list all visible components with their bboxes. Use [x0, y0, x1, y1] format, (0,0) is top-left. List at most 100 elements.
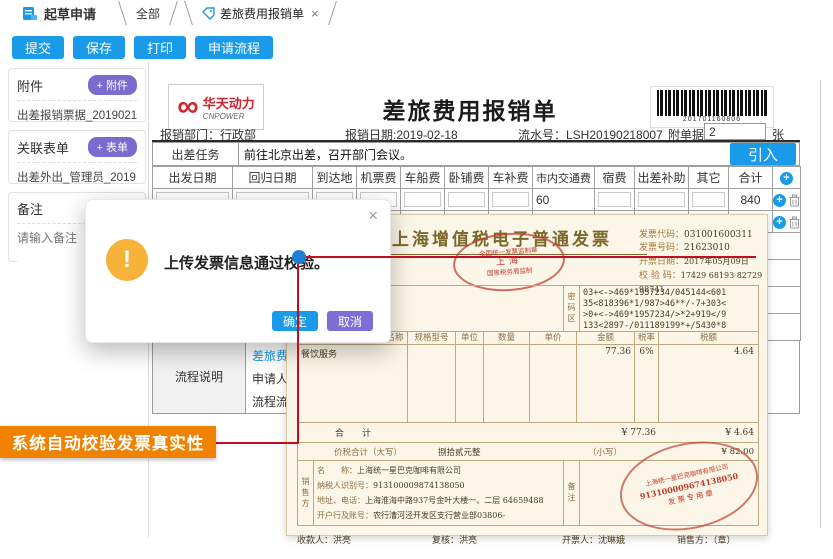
item-col-header: 单位: [456, 332, 484, 344]
add-row-icon[interactable]: +: [773, 216, 786, 229]
brand-subtitle: CNPOWER: [203, 112, 255, 121]
related-forms-title: 关联表单: [17, 138, 69, 157]
app-title-label: 起草申请: [44, 4, 96, 23]
cell-input[interactable]: [598, 192, 631, 207]
modal-close-icon[interactable]: ×: [368, 206, 378, 226]
tab-edge: [169, 1, 178, 25]
item-col-header: 税额: [659, 332, 758, 344]
stamp-line: 国家税务局监制: [487, 265, 533, 278]
col-header: 车船费: [401, 167, 445, 189]
item-tax-rate: 6%: [635, 345, 659, 422]
delete-row-icon[interactable]: [789, 216, 800, 229]
submit-button[interactable]: 提交: [12, 36, 64, 59]
task-label: 出差任务: [153, 143, 239, 165]
item-amount: 77.36: [577, 345, 635, 422]
payee: 收款人：洪亮: [297, 533, 432, 546]
flow-label: 流程说明: [153, 340, 246, 413]
drawer: 开票人：沈琳娥: [562, 533, 677, 546]
item-name: 餐饮服务: [298, 345, 408, 422]
cancel-button[interactable]: 取消: [327, 311, 373, 331]
import-button[interactable]: 引入: [730, 143, 796, 165]
col-header: 合计: [729, 167, 773, 189]
seller-field-label: 开户行及账号：: [317, 511, 373, 520]
col-header: 卧铺费: [445, 167, 489, 189]
verification-modal: × ! 上传发票信息通过校验。 确定 取消: [85, 199, 391, 343]
cell-input[interactable]: [638, 192, 685, 207]
company-logo: ∞ 华天动力 CNPOWER: [168, 84, 264, 130]
apply-flow-button[interactable]: 申请流程: [195, 36, 273, 59]
task-value: 前往北京出差，召开部门会议。: [239, 143, 799, 165]
col-header: 机票费: [357, 167, 401, 189]
item-col-header: 金额: [577, 332, 635, 344]
seller-label: 销售方: [298, 461, 314, 525]
col-header: 车补费: [489, 167, 533, 189]
tab-bar: 起草申请 全部 差旅费用报销单 ×: [0, 0, 833, 26]
remarks-title: 备注: [17, 199, 43, 218]
seller-field-label: 名 称：: [317, 466, 357, 475]
delete-row-icon[interactable]: [789, 194, 800, 207]
seller-name: 上海统一星巴克咖啡有限公司: [357, 466, 461, 475]
annotation-dot: [292, 250, 306, 264]
meta-label: 开票日期：: [639, 257, 684, 267]
expense-header-row: 出发日期 回归日期 到达地 机票费 车船费 卧铺费 车补费 市内交通费 宿费 出…: [153, 167, 801, 189]
seller-field-label: 地址、电话：: [317, 496, 365, 505]
cell-input[interactable]: [492, 192, 529, 207]
invoice-footer: 收款人：洪亮 复核：洪亮 开票人：沈琳娥 销售方：（章）: [297, 533, 759, 546]
tab-edge: [184, 1, 193, 25]
cell-input[interactable]: [448, 192, 485, 207]
col-header: 回归日期: [233, 167, 313, 189]
item-tax: 4.64: [659, 345, 758, 422]
attachments-title: 附件: [17, 76, 43, 95]
cell-input[interactable]: [404, 192, 441, 207]
col-header: 宿费: [595, 167, 635, 189]
save-button[interactable]: 保存: [73, 36, 125, 59]
warning-icon: !: [106, 239, 148, 281]
seller-tax-id: 913100009874138050: [373, 481, 465, 490]
subtotal-tax: ¥ 4.64: [659, 428, 758, 438]
annotation-line-to-label: [216, 442, 299, 444]
seller-address: 上海淮海中路937号金叶大楼一、二层 64659488: [365, 496, 544, 505]
brand-name: 华天动力: [203, 93, 255, 112]
subtotal-label: 合 计: [298, 426, 408, 439]
pwd-line: 133<2897-/011189199*+/5430*8: [583, 321, 755, 331]
invoice-date: 2017年05月09日: [684, 257, 749, 266]
print-button[interactable]: 打印: [134, 36, 186, 59]
password-area-label: 密码区: [564, 286, 580, 331]
infinity-logo-icon: ∞: [177, 94, 198, 120]
tab-edge: [118, 1, 127, 25]
pwd-line: 35<818396*1/987>46**/-7+303<: [583, 299, 755, 310]
pwd-line: >0+<->469*1957234/>*2+919</9: [583, 310, 755, 321]
transport-fee-cell[interactable]: 60: [533, 189, 595, 211]
col-header: 出差补助: [635, 167, 689, 189]
attachment-item[interactable]: 出差报销票据_20190219.j...: [17, 101, 137, 123]
note-label: 备注: [564, 461, 580, 525]
add-row-icon[interactable]: +: [780, 172, 793, 185]
col-header: 出发日期: [153, 167, 233, 189]
annotation-line-vertical: [297, 256, 299, 443]
row-total-cell: 840: [729, 189, 773, 211]
tab-close-icon[interactable]: ×: [311, 6, 319, 21]
col-header: 到达地: [313, 167, 357, 189]
invoice-number: 21623010: [684, 243, 730, 253]
meta-label: 发票号码：: [639, 243, 684, 253]
attach-count-input[interactable]: [704, 123, 766, 140]
toolbar: 提交 保存 打印 申请流程: [12, 36, 273, 59]
add-attachment-button[interactable]: + 附件: [88, 75, 137, 95]
related-form-item[interactable]: 出差外出_管理员_2019...: [17, 163, 137, 185]
tab-expense-form[interactable]: 差旅费用报销单 ×: [188, 1, 333, 25]
item-col-header: 数量: [484, 332, 530, 344]
task-row: 出差任务 前往北京出差，召开部门会议。: [152, 142, 800, 166]
item-col-header: 单价: [530, 332, 577, 344]
pwd-line: 03+<->469*1957234/045144<601: [583, 288, 755, 299]
password-area: 03+<->469*1957234/045144<601 35<818396*1…: [580, 286, 758, 331]
confirm-button[interactable]: 确定: [272, 311, 318, 331]
tab-all[interactable]: 全部: [122, 1, 174, 25]
cell-input[interactable]: [692, 192, 725, 207]
seller-seal-label: 销售方：（章）: [677, 533, 736, 546]
barcode: 201701160806: [650, 86, 774, 128]
col-header: 其它: [689, 167, 729, 189]
grand-total-label: 价税合计（大写）: [298, 446, 438, 458]
add-form-button[interactable]: + 表单: [88, 137, 137, 157]
add-row-icon[interactable]: +: [773, 194, 786, 207]
item-col-header: 规格型号: [408, 332, 456, 344]
